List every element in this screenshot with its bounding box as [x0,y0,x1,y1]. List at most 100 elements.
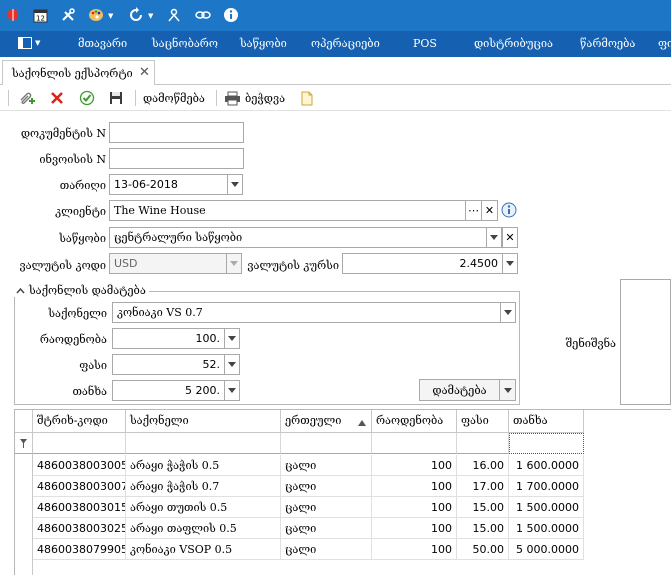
product-input[interactable]: კონიაკი VS 0.7 [112,302,501,323]
menu-item-distribution[interactable]: დისტრიბუცია [474,37,553,50]
info-icon [501,202,517,218]
invoice-no-input[interactable] [109,148,244,169]
top-toolbar: 12 ▼ ▼ [0,0,671,31]
table-cell-price[interactable]: 17.00 [457,476,509,497]
table-cell-product[interactable]: არაყი ჭაჭის 0.7 [126,476,281,497]
calendar-icon[interactable]: 12 [31,6,49,24]
client-clear-button[interactable]: ✕ [482,200,498,221]
client-info-button[interactable] [500,201,518,219]
table-cell-unit[interactable]: ცალი [281,497,372,518]
table-cell-product[interactable]: არაყი თაფლის 0.5 [126,518,281,539]
table-cell-product[interactable]: კონიაკი VSOP 0.5 [126,539,281,560]
column-header-amount[interactable]: თანხა [509,410,584,433]
table-cell-amount[interactable]: 5 000.0000 [509,539,584,560]
quantity-input[interactable]: 100. [112,328,225,349]
link-icon[interactable] [194,6,212,24]
amount-dropdown-button[interactable] [225,380,240,401]
menu-toggle-button[interactable]: ▼ [18,37,40,49]
table-cell-barcode[interactable]: 4860038003007 [33,476,126,497]
menu-item-finance[interactable]: ფი [658,37,671,50]
filter-price-input[interactable] [457,433,509,454]
filter-barcode-input[interactable] [33,433,126,454]
column-header-price[interactable]: ფასი [457,410,509,433]
column-header-unit[interactable]: ერთეული [281,410,372,433]
menu-item-pos[interactable]: POS [413,37,437,50]
currency-rate-dropdown-button[interactable] [503,253,518,274]
user-icon[interactable] [165,6,183,24]
product-dropdown-button[interactable] [501,302,516,323]
filter-unit-input[interactable] [281,433,372,454]
date-input[interactable]: 13-06-2018 [109,174,228,195]
menu-item-reference[interactable]: საცნობარო [152,37,218,50]
document-no-label: დოკუმენტის N [20,127,106,140]
price-dropdown-button[interactable] [225,354,240,375]
table-cell-barcode[interactable]: 4860038003025 [33,518,126,539]
column-header-quantity[interactable]: რაოდენობა [372,410,457,433]
approve-button[interactable] [77,88,97,108]
client-browse-button[interactable]: ⋯ [466,200,482,221]
notes-textarea[interactable] [620,279,671,405]
refresh-icon[interactable] [127,6,145,24]
clear-button[interactable] [298,88,316,108]
table-cell-quantity[interactable]: 100 [372,476,457,497]
attach-button[interactable] [16,88,38,108]
warehouse-clear-button[interactable]: ✕ [502,227,518,248]
table-cell-barcode[interactable]: 4860038003015 [33,497,126,518]
add-product-dropdown-button[interactable] [500,379,516,401]
palette-dropdown-icon[interactable]: ▼ [108,12,113,20]
print-button[interactable]: ბეჭდვა [224,88,285,108]
date-dropdown-button[interactable] [228,174,243,195]
close-icon[interactable]: ✕ [139,65,150,80]
document-no-input[interactable] [109,122,244,143]
column-header-product[interactable]: საქონელი [126,410,281,433]
save-button[interactable] [106,88,126,108]
menu-item-home[interactable]: მთავარი [78,37,127,50]
warehouse-dropdown-button[interactable] [487,227,502,248]
app-logo-icon[interactable] [4,6,22,24]
delete-button[interactable] [47,88,67,108]
filter-quantity-input[interactable] [372,433,457,454]
table-cell-quantity[interactable]: 100 [372,539,457,560]
table-cell-unit[interactable]: ცალი [281,455,372,476]
add-product-group-title: საქონლის დამატება [29,284,146,297]
table-cell-quantity[interactable]: 100 [372,497,457,518]
table-cell-amount[interactable]: 1 500.0000 [509,497,584,518]
table-cell-amount[interactable]: 1 600.0000 [509,455,584,476]
filter-product-input[interactable] [126,433,281,454]
confirm-button[interactable]: დამოწმება [143,88,205,108]
table-cell-unit[interactable]: ცალი [281,476,372,497]
amount-input[interactable]: 5 200. [112,380,225,401]
table-cell-barcode[interactable]: 4860038079905 [33,539,126,560]
table-cell-amount[interactable]: 1 700.0000 [509,476,584,497]
table-cell-barcode[interactable]: 4860038003005 [33,455,126,476]
add-product-button[interactable]: დამატება [419,379,500,401]
table-cell-quantity[interactable]: 100 [372,455,457,476]
table-cell-unit[interactable]: ცალი [281,518,372,539]
table-cell-price[interactable]: 50.00 [457,539,509,560]
tab-product-export[interactable]: საქონლის ექსპორტი ✕ [2,60,155,86]
palette-icon[interactable] [87,6,105,24]
price-input[interactable]: 52. [112,354,225,375]
menu-item-warehouse[interactable]: საწყობი [240,37,287,50]
currency-rate-input[interactable]: 2.4500 [342,253,503,274]
quantity-dropdown-button[interactable] [225,328,240,349]
tools-icon[interactable] [59,6,77,24]
menu-item-production[interactable]: წარმოება [580,37,635,50]
table-cell-quantity[interactable]: 100 [372,518,457,539]
table-cell-price[interactable]: 16.00 [457,455,509,476]
product-label: საქონელი [48,307,107,320]
table-cell-unit[interactable]: ცალი [281,539,372,560]
table-cell-price[interactable]: 15.00 [457,518,509,539]
table-cell-product[interactable]: არაყი თუთის 0.5 [126,497,281,518]
table-cell-amount[interactable]: 1 500.0000 [509,518,584,539]
column-header-barcode[interactable]: შტრიხ-კოდი [33,410,126,433]
add-product-group-header[interactable]: საქონლის დამატება [13,284,149,297]
table-cell-price[interactable]: 15.00 [457,497,509,518]
menu-item-operations[interactable]: ოპერაციები [311,37,380,50]
filter-amount-input[interactable] [509,433,584,454]
table-cell-product[interactable]: არაყი ჭაჭის 0.5 [126,455,281,476]
refresh-dropdown-icon[interactable]: ▼ [148,12,153,20]
info-icon[interactable] [222,6,240,24]
client-input[interactable]: The Wine House [109,200,466,221]
warehouse-input[interactable]: ცენტრალური საწყობი [109,227,487,248]
